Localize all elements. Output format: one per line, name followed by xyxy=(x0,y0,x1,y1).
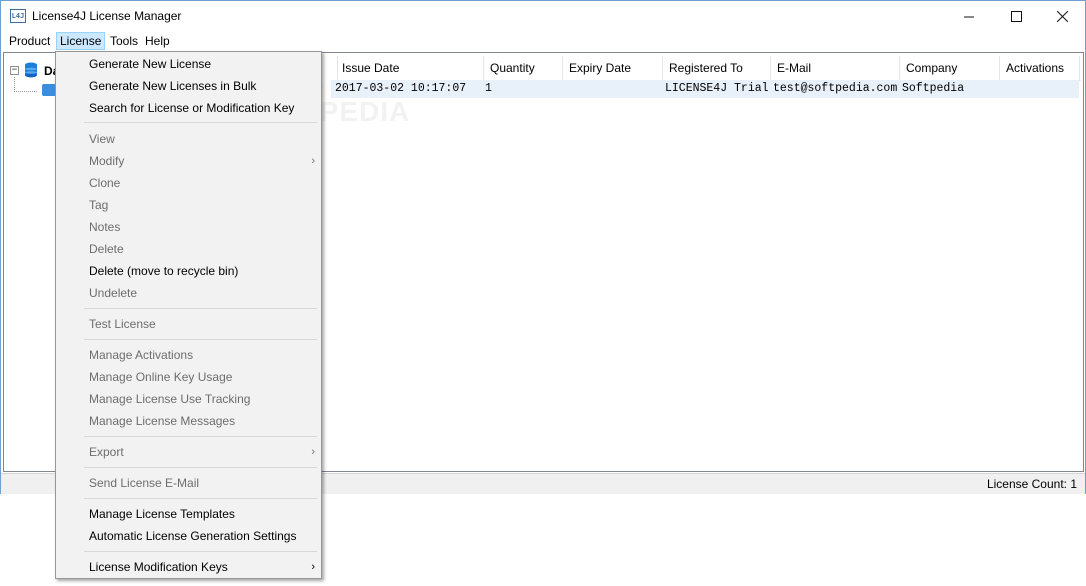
table-cell-registered-to: LICENSE4J Trial xyxy=(665,82,769,95)
menu-item-undelete[interactable]: Undelete xyxy=(56,282,321,304)
menu-item-manage-use-tracking[interactable]: Manage License Use Tracking xyxy=(56,388,321,410)
table-cell-email: test@softpedia.com xyxy=(773,82,898,95)
menu-item-modify[interactable]: Modify › xyxy=(56,150,321,172)
maximize-button[interactable] xyxy=(993,1,1039,31)
menu-item-tag[interactable]: Tag xyxy=(56,194,321,216)
menu-separator xyxy=(84,122,317,123)
table-header: Issue Date Quantity Expiry Date Register… xyxy=(331,56,1081,81)
column-header-quantity[interactable]: Quantity xyxy=(484,56,563,80)
menu-item-view[interactable]: View xyxy=(56,128,321,150)
menu-item-modification-keys[interactable]: License Modification Keys › xyxy=(56,556,321,578)
table-cell-activations xyxy=(1000,80,1080,98)
menu-item-manage-activations[interactable]: Manage Activations xyxy=(56,344,321,366)
menu-item-notes[interactable]: Notes xyxy=(56,216,321,238)
menu-separator xyxy=(84,498,317,499)
menu-item-export[interactable]: Export › xyxy=(56,441,321,463)
license-count: License Count: 1 xyxy=(986,477,1077,491)
product-node-icon[interactable] xyxy=(42,84,56,96)
menu-item-delete[interactable]: Delete xyxy=(56,238,321,260)
table-cell-company: Softpedia xyxy=(902,82,965,95)
menu-item-test-license[interactable]: Test License xyxy=(56,313,321,335)
column-header-expiry-date[interactable]: Expiry Date xyxy=(563,56,663,80)
menu-item-generate-new-license[interactable]: Generate New License xyxy=(56,53,321,75)
menu-item-modification-keys-label: License Modification Keys xyxy=(89,560,228,574)
menu-separator xyxy=(84,308,317,309)
table-cell-quantity: 1 xyxy=(485,82,492,95)
column-header-registered-to[interactable]: Registered To xyxy=(663,56,771,80)
menu-help[interactable]: Help xyxy=(142,32,173,50)
column-header-issue-date[interactable]: Issue Date xyxy=(336,56,484,80)
menu-item-manage-online-key[interactable]: Manage Online Key Usage xyxy=(56,366,321,388)
close-icon xyxy=(1056,10,1068,22)
license-menu-dropdown: Generate New License Generate New Licens… xyxy=(55,51,322,579)
menu-item-export-label: Export xyxy=(89,445,124,459)
table-row[interactable]: 9 2017-03-02 10:17:07 1 LICENSE4J Trial … xyxy=(316,80,1080,98)
menu-item-clone[interactable]: Clone xyxy=(56,172,321,194)
app-icon: L4J xyxy=(10,9,26,23)
menu-product[interactable]: Product xyxy=(6,32,53,50)
maximize-icon xyxy=(1010,10,1022,22)
menu-item-auto-generation-settings[interactable]: Automatic License Generation Settings xyxy=(56,525,321,547)
menu-item-generate-bulk[interactable]: Generate New Licenses in Bulk xyxy=(56,75,321,97)
database-icon xyxy=(25,62,37,78)
title-bar[interactable]: L4J License4J License Manager xyxy=(1,1,1085,31)
menu-item-manage-messages[interactable]: Manage License Messages xyxy=(56,410,321,432)
chevron-right-icon: › xyxy=(311,155,315,167)
menu-item-manage-templates[interactable]: Manage License Templates xyxy=(56,503,321,525)
collapse-icon[interactable]: − xyxy=(10,66,19,75)
menu-separator xyxy=(84,436,317,437)
menu-separator xyxy=(84,551,317,552)
menu-bar: Product License Tools Help xyxy=(1,31,1085,51)
chevron-right-icon: › xyxy=(311,561,315,573)
menu-item-send-email[interactable]: Send License E-Mail xyxy=(56,472,321,494)
menu-item-delete-recycle[interactable]: Delete (move to recycle bin) xyxy=(56,260,321,282)
menu-item-modify-label: Modify xyxy=(89,154,125,168)
column-header-email[interactable]: E-Mail xyxy=(771,56,900,80)
table-cell-expiry-date xyxy=(563,80,663,98)
menu-separator xyxy=(84,467,317,468)
minimize-icon xyxy=(963,16,974,17)
close-button[interactable] xyxy=(1039,1,1085,31)
menu-separator xyxy=(84,339,317,340)
window-title: License4J License Manager xyxy=(32,9,182,23)
menu-license[interactable]: License xyxy=(56,32,106,50)
menu-item-search[interactable]: Search for License or Modification Key xyxy=(56,97,321,119)
chevron-right-icon: › xyxy=(311,446,315,458)
minimize-button[interactable] xyxy=(946,1,992,31)
tree-connector xyxy=(14,77,37,92)
menu-tools[interactable]: Tools xyxy=(107,32,141,50)
column-header-company[interactable]: Company xyxy=(900,56,1000,80)
column-header-activations[interactable]: Activations xyxy=(1000,56,1080,80)
